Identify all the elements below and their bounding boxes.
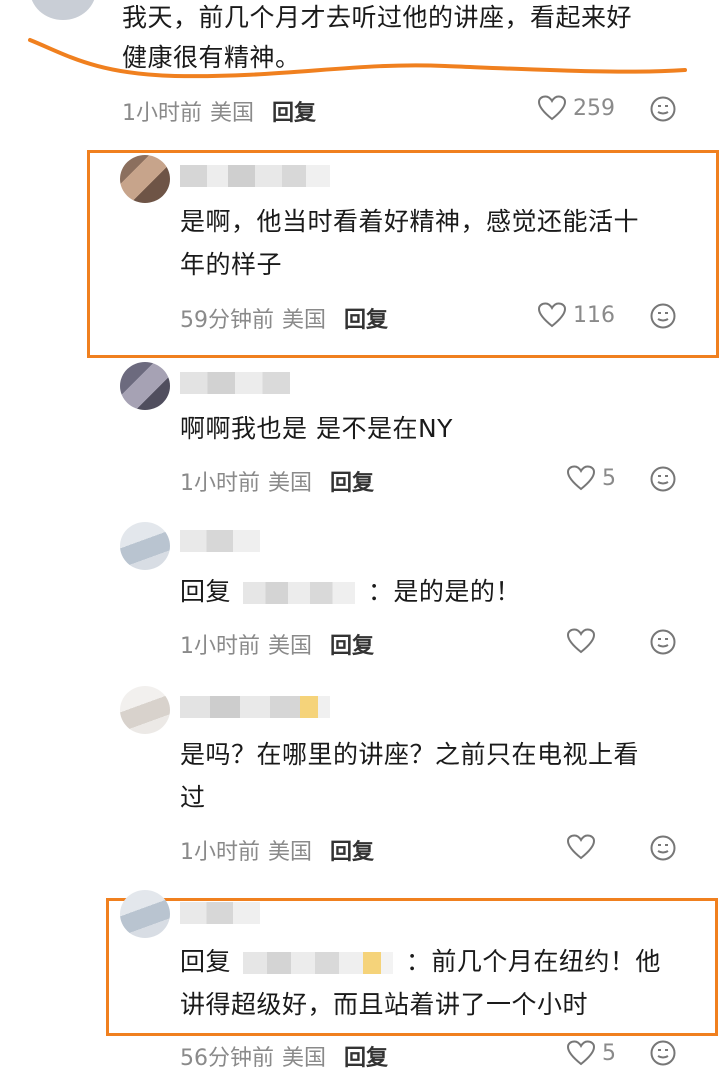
comment-text-line2: 讲得超级好，而且站着讲了一个小时 xyxy=(180,990,589,1019)
comment-text-line2: 过 xyxy=(180,783,206,812)
avatar[interactable] xyxy=(120,686,170,734)
like-count: 116 xyxy=(573,302,615,328)
reply-button[interactable]: 回复 xyxy=(330,628,374,660)
like-button[interactable] xyxy=(566,834,602,860)
heart-outline-icon xyxy=(537,95,567,121)
heart-outline-icon xyxy=(566,628,596,654)
like-count: 5 xyxy=(602,465,616,491)
comment-location: 美国 xyxy=(282,1046,327,1071)
emoji-face-icon[interactable] xyxy=(650,835,676,861)
comment-location: 美国 xyxy=(268,840,313,865)
like-count: 5 xyxy=(602,1040,616,1066)
heart-outline-icon xyxy=(566,834,596,860)
emoji-face-icon[interactable] xyxy=(650,303,676,329)
username-mosaic xyxy=(180,530,260,552)
comment-location: 美国 xyxy=(210,101,255,126)
avatar[interactable] xyxy=(120,155,170,203)
comment-text-line1: 啊啊我也是 是不是在NY xyxy=(180,414,453,443)
username-mosaic xyxy=(180,165,330,187)
comment-location: 美国 xyxy=(268,471,313,496)
avatar[interactable] xyxy=(120,890,170,938)
comment-meta: 1小时前 美国 回复 xyxy=(122,95,316,127)
comment-time: 56分钟前 xyxy=(180,1046,274,1071)
heart-outline-icon xyxy=(566,465,596,491)
reply-button[interactable]: 回复 xyxy=(344,302,388,334)
reply-button[interactable]: 回复 xyxy=(344,1040,388,1072)
comment-time: 59分钟前 xyxy=(180,308,274,333)
emoji-face-icon[interactable] xyxy=(650,96,676,122)
reply-suffix: ：是的是的！ xyxy=(367,577,521,606)
comment-text-line1: 是啊，他当时看着好精神，感觉还能活十 xyxy=(180,207,640,236)
comment-meta: 1小时前 美国 回复 xyxy=(180,628,374,660)
mentioned-user-mosaic[interactable] xyxy=(243,582,356,604)
like-button[interactable]: 5 xyxy=(566,1040,616,1066)
mentioned-user-mosaic[interactable] xyxy=(243,952,394,974)
reply-prefix: 回复 xyxy=(180,577,232,606)
reply-text: 回复 ：是的是的！ xyxy=(180,570,521,613)
comment-meta: 56分钟前 美国 回复 xyxy=(180,1040,388,1072)
comment-time: 1小时前 xyxy=(180,634,260,659)
comment-time: 1小时前 xyxy=(122,101,202,126)
comment-meta: 1小时前 美国 回复 xyxy=(180,465,374,497)
comment-text-line2: 年的样子 xyxy=(180,250,283,279)
comment-meta: 59分钟前 美国 回复 xyxy=(180,302,388,334)
avatar[interactable] xyxy=(30,0,96,20)
comment-meta: 1小时前 美国 回复 xyxy=(180,834,374,866)
reply-button[interactable]: 回复 xyxy=(330,465,374,497)
emoji-face-icon[interactable] xyxy=(650,1040,676,1066)
comment-text-line1: 是吗？在哪里的讲座？之前只在电视上看 xyxy=(180,740,640,769)
emoji-face-icon[interactable] xyxy=(650,466,676,492)
like-button[interactable]: 116 xyxy=(537,302,615,328)
like-count: 259 xyxy=(573,95,615,121)
comment-location: 美国 xyxy=(282,308,327,333)
heart-outline-icon xyxy=(537,302,567,328)
reply-button[interactable]: 回复 xyxy=(330,834,374,866)
avatar[interactable] xyxy=(120,362,170,410)
username-mosaic xyxy=(180,902,260,924)
underline-annotation xyxy=(28,38,687,79)
heart-outline-icon xyxy=(566,1040,596,1066)
reply-button[interactable]: 回复 xyxy=(272,95,316,127)
like-button[interactable]: 5 xyxy=(566,465,616,491)
emoji-face-icon[interactable] xyxy=(650,629,676,655)
avatar[interactable] xyxy=(120,522,170,570)
comment-time: 1小时前 xyxy=(180,471,260,496)
reply-text: 回复 ：前几个月在纽约！他 xyxy=(180,940,661,983)
comment-location: 美国 xyxy=(268,634,313,659)
like-button[interactable]: 259 xyxy=(537,95,615,121)
username-mosaic xyxy=(180,696,330,718)
reply-prefix: 回复 xyxy=(180,947,232,976)
reply-suffix: ：前几个月在纽约！他 xyxy=(405,947,661,976)
like-button[interactable] xyxy=(566,628,602,654)
username-mosaic xyxy=(180,372,290,394)
comment-time: 1小时前 xyxy=(180,840,260,865)
